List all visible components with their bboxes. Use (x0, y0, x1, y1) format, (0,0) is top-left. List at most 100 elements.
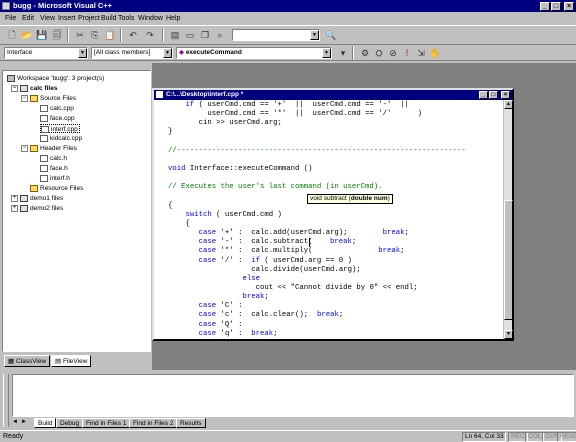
collapse-icon[interactable]: − (21, 144, 28, 152)
tree-item-label: calc.cpp (50, 105, 74, 112)
tree-file-calc-cpp[interactable]: calc.cpp (40, 104, 74, 113)
tab-build[interactable]: Build (34, 418, 57, 428)
tab-find-in-files-2[interactable]: Find in Files 2 (129, 418, 178, 428)
find-combo[interactable]: ▼ (232, 29, 320, 41)
tree-file-face-h[interactable]: face.h (40, 164, 68, 173)
code-line: // Executes the user's last command (in … (168, 183, 383, 192)
scroll-left-icon[interactable]: ◄ (12, 419, 18, 425)
tab-results[interactable]: Results (176, 418, 206, 428)
tab-classview[interactable]: ▦ ClassView (4, 355, 51, 367)
classview-icon: ▦ (8, 358, 16, 365)
editor-close-button[interactable]: × (501, 91, 510, 99)
tab-find-in-files-1[interactable]: Find in Files 1 (82, 418, 131, 428)
undo-icon[interactable]: ↶ (126, 28, 140, 42)
wizard-action-icon[interactable]: ▾ (336, 46, 350, 60)
project-icon (20, 194, 28, 202)
output-text-area[interactable] (12, 374, 574, 417)
scroll-up-icon[interactable]: ▲ (504, 100, 513, 109)
tree-item-label: calc.h (50, 155, 67, 162)
code-editor[interactable]: if ( userCmd.cmd == '+' || userCmd.cmd =… (154, 100, 503, 339)
collapse-icon[interactable]: − (11, 84, 18, 92)
editor-maximize-button[interactable]: □ (489, 91, 498, 99)
toolbar-separator (120, 28, 122, 42)
tree-folder-resource-files[interactable]: Resource Files (30, 184, 83, 193)
tree-file-kidcalc-cpp[interactable]: kidcalc.cpp (40, 134, 82, 143)
file-icon (40, 164, 48, 172)
tree-folder-header-files[interactable]: − Header Files (21, 144, 77, 153)
scroll-down-icon[interactable]: ▼ (504, 330, 513, 339)
class-combo[interactable]: Interface ▼ (4, 47, 88, 59)
menu-tools[interactable]: Tools (118, 14, 134, 24)
scroll-thumb[interactable] (504, 200, 513, 320)
new-file-icon[interactable]: 🗋 (5, 28, 19, 42)
chevron-down-icon[interactable]: ▼ (310, 30, 319, 40)
menu-view[interactable]: View (40, 14, 55, 24)
go-icon[interactable]: ⇲ (414, 46, 428, 60)
cut-icon[interactable]: ✂ (73, 28, 87, 42)
menu-file[interactable]: File (5, 14, 16, 24)
scroll-right-icon[interactable]: ► (21, 419, 27, 425)
tree-item-label: interf.h (50, 175, 70, 182)
code-line: { (168, 201, 173, 210)
tab-scroll-arrows[interactable]: ◄ ► (12, 418, 34, 428)
expand-icon[interactable]: + (11, 194, 18, 202)
stop-build-icon[interactable]: ⊘ (386, 46, 400, 60)
window-list-icon[interactable]: ❐ (198, 28, 212, 42)
find-in-files-icon[interactable]: ⌕ (213, 28, 227, 42)
find-icon[interactable]: 🔍 (324, 28, 338, 42)
redo-icon[interactable]: ↷ (143, 28, 157, 42)
save-all-icon[interactable]: 🗐 (50, 28, 64, 42)
maximize-button[interactable]: □ (551, 2, 561, 11)
open-folder-icon[interactable]: 📂 (20, 28, 34, 42)
status-text: Ready (3, 433, 24, 440)
workspace-icon[interactable]: ▤ (168, 28, 182, 42)
editor-vertical-scrollbar[interactable]: ▲ ▼ (503, 100, 513, 339)
editor-title-bar[interactable]: C:\...\Desktop\interf.cpp * _ □ × (154, 90, 512, 100)
collapse-icon[interactable]: − (21, 94, 28, 102)
breakpoint-icon[interactable]: ✋ (428, 46, 442, 60)
chevron-down-icon[interactable]: ▼ (78, 48, 87, 58)
tree-file-calc-h[interactable]: calc.h (40, 154, 67, 163)
cursor-position: Ln 64, Col 33 (462, 432, 506, 442)
toolbar-separator (67, 28, 69, 42)
menu-edit[interactable]: Edit (22, 14, 34, 24)
menu-help[interactable]: Help (166, 14, 180, 24)
compile-icon[interactable]: ⚙ (358, 46, 372, 60)
minimize-button[interactable]: _ (540, 2, 550, 11)
workspace-tree[interactable]: Workspace 'bugg': 3 project(s) − calc fil… (2, 70, 151, 352)
workspace-icon (7, 74, 15, 82)
tree-file-interf-h[interactable]: interf.h (40, 174, 70, 183)
code-line: void Interface::executeCommand () (168, 165, 313, 174)
menu-build[interactable]: Build (101, 14, 117, 24)
tab-debug[interactable]: Debug (56, 418, 84, 428)
save-icon[interactable]: 💾 (35, 28, 49, 42)
members-filter-combo[interactable]: [All class members] ▼ (91, 47, 173, 59)
menu-insert[interactable]: Insert (58, 14, 76, 24)
chevron-down-icon[interactable]: ▼ (322, 48, 331, 58)
tree-workspace-root[interactable]: Workspace 'bugg': 3 project(s) (7, 74, 104, 83)
copy-icon[interactable]: ⎘ (88, 28, 102, 42)
execute-icon[interactable]: ! (400, 46, 414, 60)
tree-project-demo2[interactable]: + demo2 files (11, 204, 63, 213)
close-button[interactable]: × (564, 2, 574, 11)
output-icon[interactable]: ▭ (183, 28, 197, 42)
chevron-down-icon[interactable]: ▼ (163, 48, 172, 58)
dock-grip[interactable] (3, 374, 9, 427)
menu-project[interactable]: Project (78, 14, 100, 24)
tree-project-demo1[interactable]: + demo1 files (11, 194, 63, 203)
menu-window[interactable]: Window (138, 14, 163, 24)
tree-folder-source-files[interactable]: − Source Files (21, 94, 76, 103)
tab-fileview[interactable]: ▤ FileView (51, 355, 92, 367)
standard-toolbar: 🗋 📂 💾 🗐 ✂ ⎘ 📋 ↶ ↷ ▤ ▭ ❐ ⌕ ▼ 🔍 (0, 25, 576, 45)
app-title: bugg - Microsoft Visual C++ (13, 1, 113, 10)
tooltip-close-paren: ) (387, 195, 390, 202)
tree-file-interf-cpp[interactable]: interf.cpp (40, 124, 80, 133)
tree-file-face-cpp[interactable]: face.cpp (40, 114, 75, 123)
function-combo[interactable]: ◆ executeCommand ▼ (176, 47, 332, 59)
build-icon[interactable]: ⛭ (372, 46, 386, 60)
tree-project-calc[interactable]: − calc files (11, 84, 57, 93)
editor-minimize-button[interactable]: _ (479, 91, 488, 99)
tab-label: FileView (62, 358, 88, 365)
paste-icon[interactable]: 📋 (103, 28, 117, 42)
expand-icon[interactable]: + (11, 204, 18, 212)
